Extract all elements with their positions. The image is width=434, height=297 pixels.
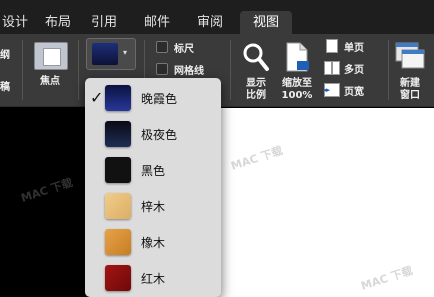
ribbon-tab-bar: 设计 布局 引用 邮件 审阅 视图 — [0, 0, 434, 34]
magnifier-icon — [243, 43, 269, 71]
single-page-icon — [326, 39, 338, 53]
menu-item-label: 橡木 — [141, 236, 166, 250]
page-color-menu: ✓ 晚霞色 极夜色 黑色 梓木 橡木 红木 — [85, 78, 221, 297]
oak-swatch-icon — [105, 229, 131, 255]
menu-item-catalpa[interactable]: 梓木 — [85, 188, 221, 224]
mahogany-swatch-icon — [105, 265, 131, 291]
zoom-label-2: 100% — [281, 90, 313, 101]
menu-item-polar-night[interactable]: 极夜色 — [85, 116, 221, 152]
ruler-checkbox[interactable] — [156, 41, 168, 53]
multi-page-icon — [324, 61, 332, 75]
zoom-button[interactable]: 显示 比例 — [238, 38, 274, 102]
chevron-down-icon: ▾ — [123, 48, 128, 57]
menu-item-sunset[interactable]: ✓ 晚霞色 — [85, 80, 221, 116]
menu-item-label: 极夜色 — [141, 128, 178, 142]
single-page-label: 单页 — [344, 43, 364, 54]
catalpa-swatch-icon — [105, 193, 131, 219]
show-label-1: 显示 — [246, 78, 266, 89]
gridlines-checkbox[interactable] — [156, 63, 168, 75]
outline-button-fragment[interactable]: 纲 — [0, 46, 10, 61]
zoom-100-button[interactable]: 缩放至 100% — [278, 38, 316, 102]
ribbon-separator — [388, 40, 389, 100]
menu-item-label: 梓木 — [141, 200, 166, 214]
theme-swatch-icon — [92, 43, 118, 65]
menu-item-label: 晚霞色 — [141, 92, 178, 106]
menu-item-oak[interactable]: 橡木 — [85, 224, 221, 260]
ribbon-separator — [78, 40, 79, 100]
menu-item-mahogany[interactable]: 红木 — [85, 260, 221, 296]
page-width-button[interactable]: ◂▸ 页宽 — [323, 80, 386, 98]
zoom-label-1: 缩放至 — [282, 78, 312, 89]
sunset-swatch-icon — [105, 85, 131, 111]
page-color-dropdown[interactable]: ▾ — [86, 38, 136, 70]
ruler-label: 标尺 — [174, 44, 194, 55]
black-swatch-icon — [105, 157, 131, 183]
tab-layout[interactable]: 布局 — [40, 11, 76, 34]
single-page-button[interactable]: 单页 — [324, 36, 386, 54]
tab-view[interactable]: 视图 — [240, 11, 292, 34]
checkmark-icon: ✓ — [90, 88, 104, 107]
polar-night-swatch-icon — [105, 121, 131, 147]
menu-item-label: 红木 — [141, 272, 166, 286]
new-window-icon — [395, 42, 425, 69]
document-100-icon — [286, 42, 309, 72]
tab-mailings[interactable]: 邮件 — [137, 11, 177, 34]
show-label-2: 比例 — [246, 90, 266, 101]
focus-icon — [34, 42, 68, 70]
multi-page-label: 多页 — [344, 65, 364, 76]
focus-label: 焦点 — [40, 76, 60, 87]
new-window-label-2: 窗口 — [400, 90, 420, 101]
tab-references[interactable]: 引用 — [86, 11, 122, 34]
focus-button[interactable]: 焦点 — [30, 38, 70, 90]
new-window-button[interactable]: 新建 窗口 — [392, 38, 428, 102]
tab-design[interactable]: 设计 — [0, 11, 30, 34]
tab-review[interactable]: 审阅 — [190, 11, 230, 34]
ribbon-separator — [22, 40, 23, 100]
draft-button-fragment[interactable]: 稿 — [0, 78, 10, 93]
page-width-label: 页宽 — [344, 87, 364, 98]
menu-item-black[interactable]: 黑色 — [85, 152, 221, 188]
new-window-label-1: 新建 — [400, 78, 420, 89]
gridlines-label: 网格线 — [174, 66, 204, 77]
multi-page-button[interactable]: 多页 — [324, 58, 386, 76]
ribbon-separator — [230, 40, 231, 100]
menu-item-label: 黑色 — [141, 164, 166, 178]
